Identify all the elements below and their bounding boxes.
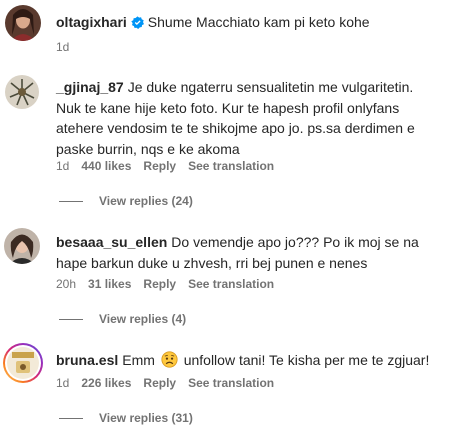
- divider-line: [59, 318, 83, 320]
- caption-username[interactable]: oltagixhari: [56, 14, 127, 30]
- comment-2-time: 20h: [56, 277, 77, 291]
- comment-3-time: 1d: [56, 376, 70, 390]
- comment-3: bruna.esl Emm unfollow tani! Te kisha per…: [0, 342, 455, 448]
- comment-2-reply-button[interactable]: Reply: [143, 277, 176, 291]
- caption-time: 1d: [56, 40, 70, 54]
- comment-3-reply-button[interactable]: Reply: [143, 376, 176, 390]
- comment-1-text: _gjinaj_87 Je duke ngaterru sensualitetin…: [56, 77, 441, 159]
- view-replies-label: View replies (4): [99, 312, 187, 326]
- comment-2-text: besaaa_su_ellen Do vemendje apo jo??? Po …: [56, 232, 441, 273]
- comment-1: _gjinaj_87 Je duke ngaterru sensualitetin…: [0, 70, 455, 210]
- comment-3-text: bruna.esl Emm unfollow tani! Te kisha per…: [56, 350, 441, 371]
- caption-meta: 1d: [56, 39, 81, 55]
- comment-3-avatar[interactable]: [3, 343, 43, 383]
- profile-photo-icon: [5, 75, 39, 109]
- profile-photo-icon: [4, 228, 40, 264]
- comment-2-likes[interactable]: 31 likes: [88, 277, 131, 291]
- profile-photo-icon: [7, 347, 39, 379]
- comment-3-likes[interactable]: 226 likes: [81, 376, 131, 390]
- caption: oltagixhari Shume Macchiato kam pi keto k…: [0, 0, 455, 60]
- comment-3-body-after: unfollow tani! Te kisha per me te zgjuar…: [183, 352, 430, 368]
- caption-avatar[interactable]: [5, 5, 41, 41]
- comment-3-body-before: Emm: [122, 352, 155, 368]
- comment-1-likes[interactable]: 440 likes: [81, 159, 131, 173]
- comment-3-meta: 1d 226 likes Reply See translation: [56, 375, 286, 391]
- verified-badge-icon: [131, 16, 144, 29]
- view-replies-label: View replies (31): [99, 411, 193, 425]
- comment-3-see-translation[interactable]: See translation: [188, 376, 274, 390]
- comment-3-username[interactable]: bruna.esl: [56, 352, 118, 368]
- divider-line: [59, 417, 83, 419]
- profile-photo-icon: [5, 5, 41, 41]
- comment-2-avatar[interactable]: [4, 228, 40, 264]
- caption-body: Shume Macchiato kam pi keto kohe: [147, 14, 370, 30]
- story-ring: [5, 345, 41, 381]
- comment-1-meta: 1d 440 likes Reply See translation: [56, 158, 286, 174]
- view-replies-label: View replies (24): [99, 194, 193, 208]
- caption-text: oltagixhari Shume Macchiato kam pi keto k…: [56, 12, 441, 33]
- sad-face-emoji-icon: [161, 351, 178, 368]
- comment-1-view-replies[interactable]: View replies (24): [59, 193, 193, 209]
- comment-2-view-replies[interactable]: View replies (4): [59, 311, 186, 327]
- comment-2-meta: 20h 31 likes Reply See translation: [56, 276, 286, 292]
- comment-1-reply-button[interactable]: Reply: [143, 159, 176, 173]
- comment-1-avatar[interactable]: [5, 75, 39, 109]
- comment-3-view-replies[interactable]: View replies (31): [59, 410, 193, 426]
- comment-2-username[interactable]: besaaa_su_ellen: [56, 234, 167, 250]
- comment-1-see-translation[interactable]: See translation: [188, 159, 274, 173]
- comment-2: besaaa_su_ellen Do vemendje apo jo??? Po …: [0, 226, 455, 331]
- divider-line: [59, 200, 83, 202]
- comment-2-see-translation[interactable]: See translation: [188, 277, 274, 291]
- comment-1-username[interactable]: _gjinaj_87: [56, 79, 124, 95]
- comment-1-time: 1d: [56, 159, 70, 173]
